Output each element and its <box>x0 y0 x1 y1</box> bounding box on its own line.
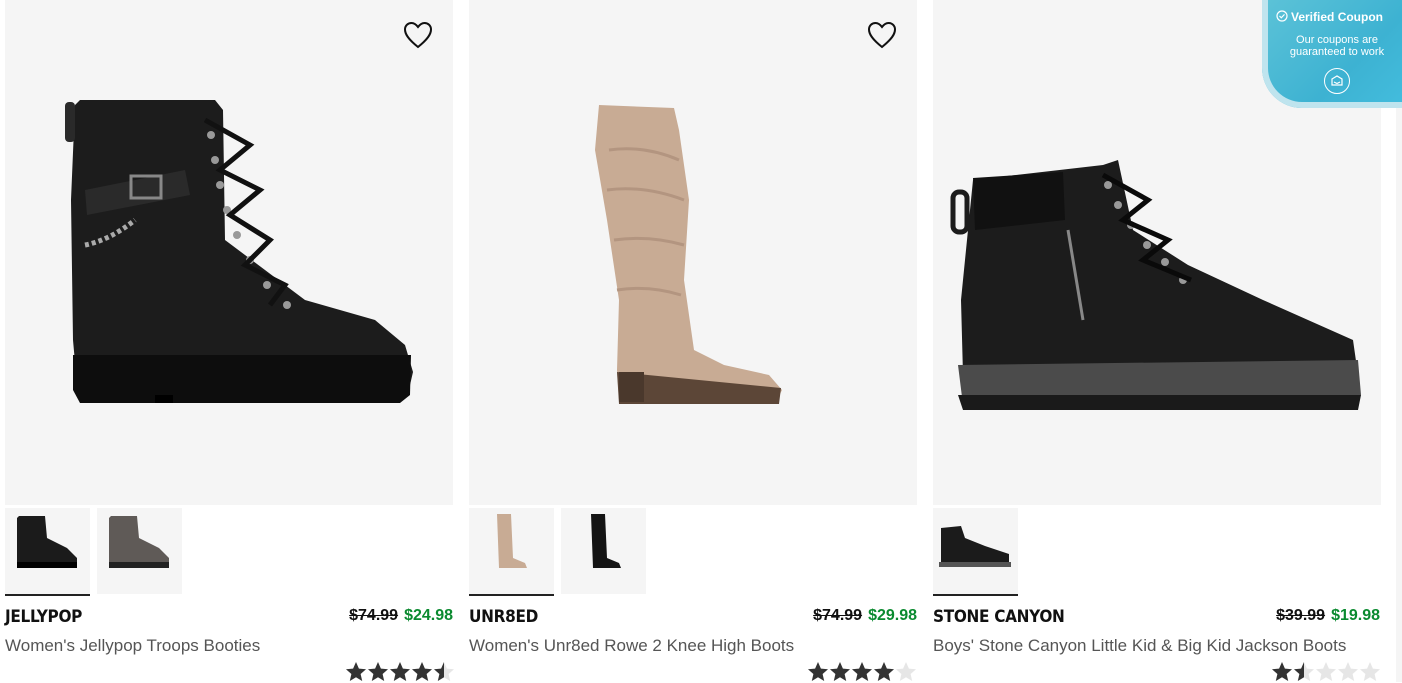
star-icon <box>1272 662 1292 681</box>
sale-price: $19.98 <box>1331 607 1380 624</box>
product-name[interactable]: Women's Unr8ed Rowe 2 Knee High Boots <box>469 636 794 656</box>
sale-price: $24.98 <box>404 607 453 624</box>
coupon-title: Verified Coupon <box>1276 10 1383 25</box>
original-price: $74.99 <box>813 607 863 624</box>
product-brand[interactable]: JELLYPOP <box>5 607 82 627</box>
product-card[interactable]: JELLYPOP $74.99 $24.98 Women's Jellypop T… <box>5 0 455 683</box>
star-icon <box>412 662 432 681</box>
color-swatches <box>469 508 917 596</box>
product-name[interactable]: Boys' Stone Canyon Little Kid & Big Kid … <box>933 636 1346 656</box>
product-card[interactable]: UNR8ED $74.99 $29.98 Women's Unr8ed Rowe … <box>469 0 917 682</box>
color-swatches <box>933 508 1381 596</box>
star-icon <box>874 662 894 681</box>
star-icon <box>1294 662 1314 681</box>
product-image[interactable] <box>469 0 917 505</box>
star-icon <box>1360 662 1380 681</box>
star-icon <box>346 662 366 681</box>
wishlist-heart-icon[interactable] <box>867 20 897 50</box>
star-icon <box>390 662 410 681</box>
rating-stars <box>1271 661 1381 683</box>
star-icon <box>1316 662 1336 681</box>
swatch-thumbnail[interactable] <box>5 508 90 596</box>
star-icon <box>368 662 388 681</box>
original-price: $39.99 <box>1276 607 1326 624</box>
rating-stars <box>807 661 917 683</box>
product-brand[interactable]: STONE CANYON <box>933 607 1065 627</box>
product-name[interactable]: Women's Jellypop Troops Booties <box>5 636 260 656</box>
rating-stars <box>345 661 455 683</box>
swatch-thumbnail[interactable] <box>469 508 554 596</box>
product-image[interactable] <box>5 0 453 505</box>
verified-coupon-badge[interactable]: Verified Coupon Our coupons are guarante… <box>1262 0 1402 108</box>
star-icon <box>852 662 872 681</box>
product-price: $74.99 $24.98 <box>349 607 453 625</box>
product-price: $74.99 $29.98 <box>813 607 917 625</box>
original-price: $74.99 <box>349 607 399 624</box>
wishlist-heart-icon[interactable] <box>403 20 433 50</box>
check-circle-icon <box>1276 10 1288 25</box>
swatch-thumbnail[interactable] <box>97 508 182 594</box>
product-brand[interactable]: UNR8ED <box>469 607 538 627</box>
coupon-title-text: Verified Coupon <box>1291 10 1384 24</box>
star-icon <box>830 662 850 681</box>
color-swatches <box>5 508 453 596</box>
star-icon <box>896 662 916 681</box>
swatch-thumbnail[interactable] <box>561 508 646 594</box>
coupon-subtitle: Our coupons are guaranteed to work <box>1289 34 1385 58</box>
star-icon <box>808 662 828 681</box>
sale-price: $29.98 <box>868 607 917 624</box>
product-price: $39.99 $19.98 <box>1276 607 1380 625</box>
star-icon <box>1338 662 1358 681</box>
coupon-icon[interactable] <box>1324 68 1350 94</box>
swatch-thumbnail[interactable] <box>933 508 1018 596</box>
star-icon <box>434 662 454 681</box>
